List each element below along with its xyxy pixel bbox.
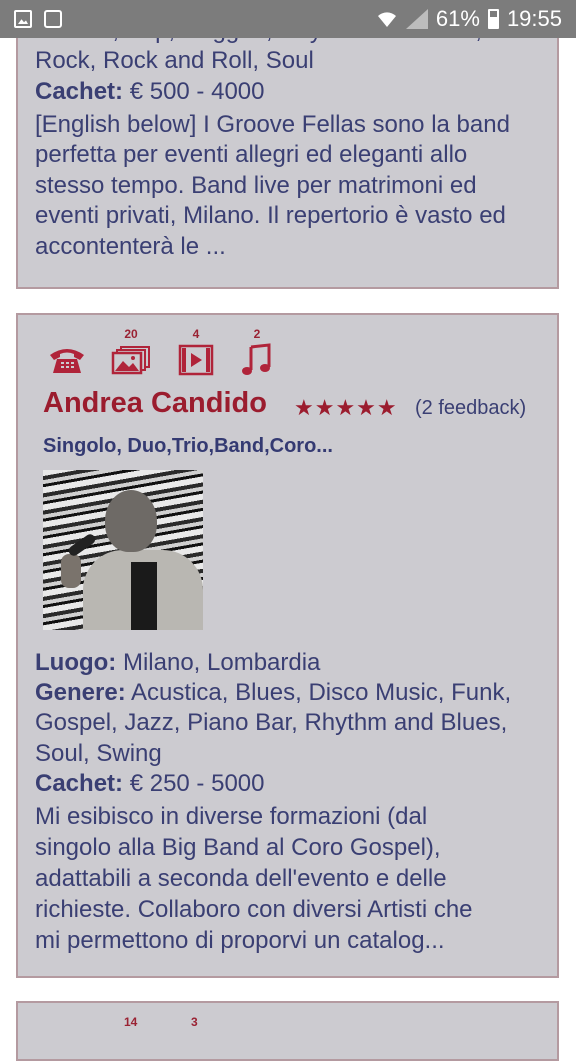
description-line: richieste. Collaboro con diversi Artisti… xyxy=(35,896,473,923)
description-line: singolo alla Big Band al Coro Gospel), xyxy=(35,834,441,861)
cachet-label: Cachet: xyxy=(35,78,124,105)
description-line: adattabili a seconda dell'evento e delle xyxy=(35,865,447,892)
description-line: mi permettono di proporvi un catalog... xyxy=(35,927,445,954)
genre-row: Genere: Acustica, Blues, Disco Music, Fu… xyxy=(35,678,511,708)
artist-card-andrea-candido[interactable]: 20 4 2 Andrea Candido ★★★★★ (2 feedback)… xyxy=(16,313,559,978)
photos-count: 14 xyxy=(124,1015,138,1029)
genre-line: Rock, Rock and Roll, Soul xyxy=(35,47,314,74)
artist-name-link[interactable]: Andrea Candido xyxy=(43,387,267,420)
phone-icon xyxy=(46,343,88,377)
music-note-icon xyxy=(236,343,278,377)
feedback-link[interactable]: (2 feedback) xyxy=(415,397,526,420)
location-label: Luogo: xyxy=(35,649,117,676)
audio-button[interactable]: 2 xyxy=(236,327,278,377)
genre-label: Genere: xyxy=(35,679,126,706)
description-line: perfetta per eventi allegri ed eleganti … xyxy=(35,141,468,168)
genre-line: Gospel, Jazz, Piano Bar, Rhythm and Blue… xyxy=(35,709,508,736)
artist-card-next[interactable]: 14 3 xyxy=(16,1001,559,1061)
artist-card-groove-fellas[interactable]: Italiana, Pop, Reggae, Rhythm and Blues,… xyxy=(16,0,559,289)
battery-icon xyxy=(487,9,499,29)
location-value: Milano, Lombardia xyxy=(122,649,321,676)
clock: 19:55 xyxy=(506,6,562,31)
phone-button[interactable] xyxy=(46,327,88,377)
location-row: Luogo: Milano, Lombardia xyxy=(35,648,320,678)
photos-button[interactable]: 20 xyxy=(110,327,152,377)
battery-percent: 61% xyxy=(435,6,480,31)
cachet-value: € 250 - 5000 xyxy=(129,770,265,797)
genre-line: Soul, Swing xyxy=(35,740,162,767)
formations-text: Singolo, Duo,Trio,Band,Coro... xyxy=(43,435,333,457)
star-rating-icon: ★★★★★ xyxy=(294,395,398,420)
description-line: [English below] I Groove Fellas sono la … xyxy=(35,111,510,138)
description-line: stesso tempo. Band live per matrimoni ed xyxy=(35,172,477,199)
description-line: eventi privati, Milano. Il repertorio è … xyxy=(35,202,506,229)
photos-icon xyxy=(110,343,152,377)
signal-icon xyxy=(405,9,428,29)
artist-photo[interactable] xyxy=(43,470,203,630)
cachet-value: € 500 - 4000 xyxy=(129,78,265,105)
gallery-notification-icon xyxy=(14,10,32,28)
description-line: Mi esibisco in diverse formazioni (dal xyxy=(35,803,428,830)
storage-notification-icon xyxy=(44,10,62,28)
cachet-label: Cachet: xyxy=(35,770,124,797)
video-count: 3 xyxy=(191,1015,198,1029)
microphone-icon xyxy=(66,532,98,558)
wifi-icon xyxy=(377,12,396,27)
video-icon xyxy=(175,343,217,377)
cachet-row: Cachet: € 250 - 5000 xyxy=(35,769,264,799)
description-line: accontenterà le ... xyxy=(35,233,226,260)
genre-value: Acustica, Blues, Disco Music, Funk, xyxy=(131,679,512,706)
cachet-row: Cachet: € 500 - 4000 xyxy=(35,77,264,107)
status-bar: 61% 19:55 xyxy=(0,0,576,38)
video-button[interactable]: 4 xyxy=(175,327,217,377)
